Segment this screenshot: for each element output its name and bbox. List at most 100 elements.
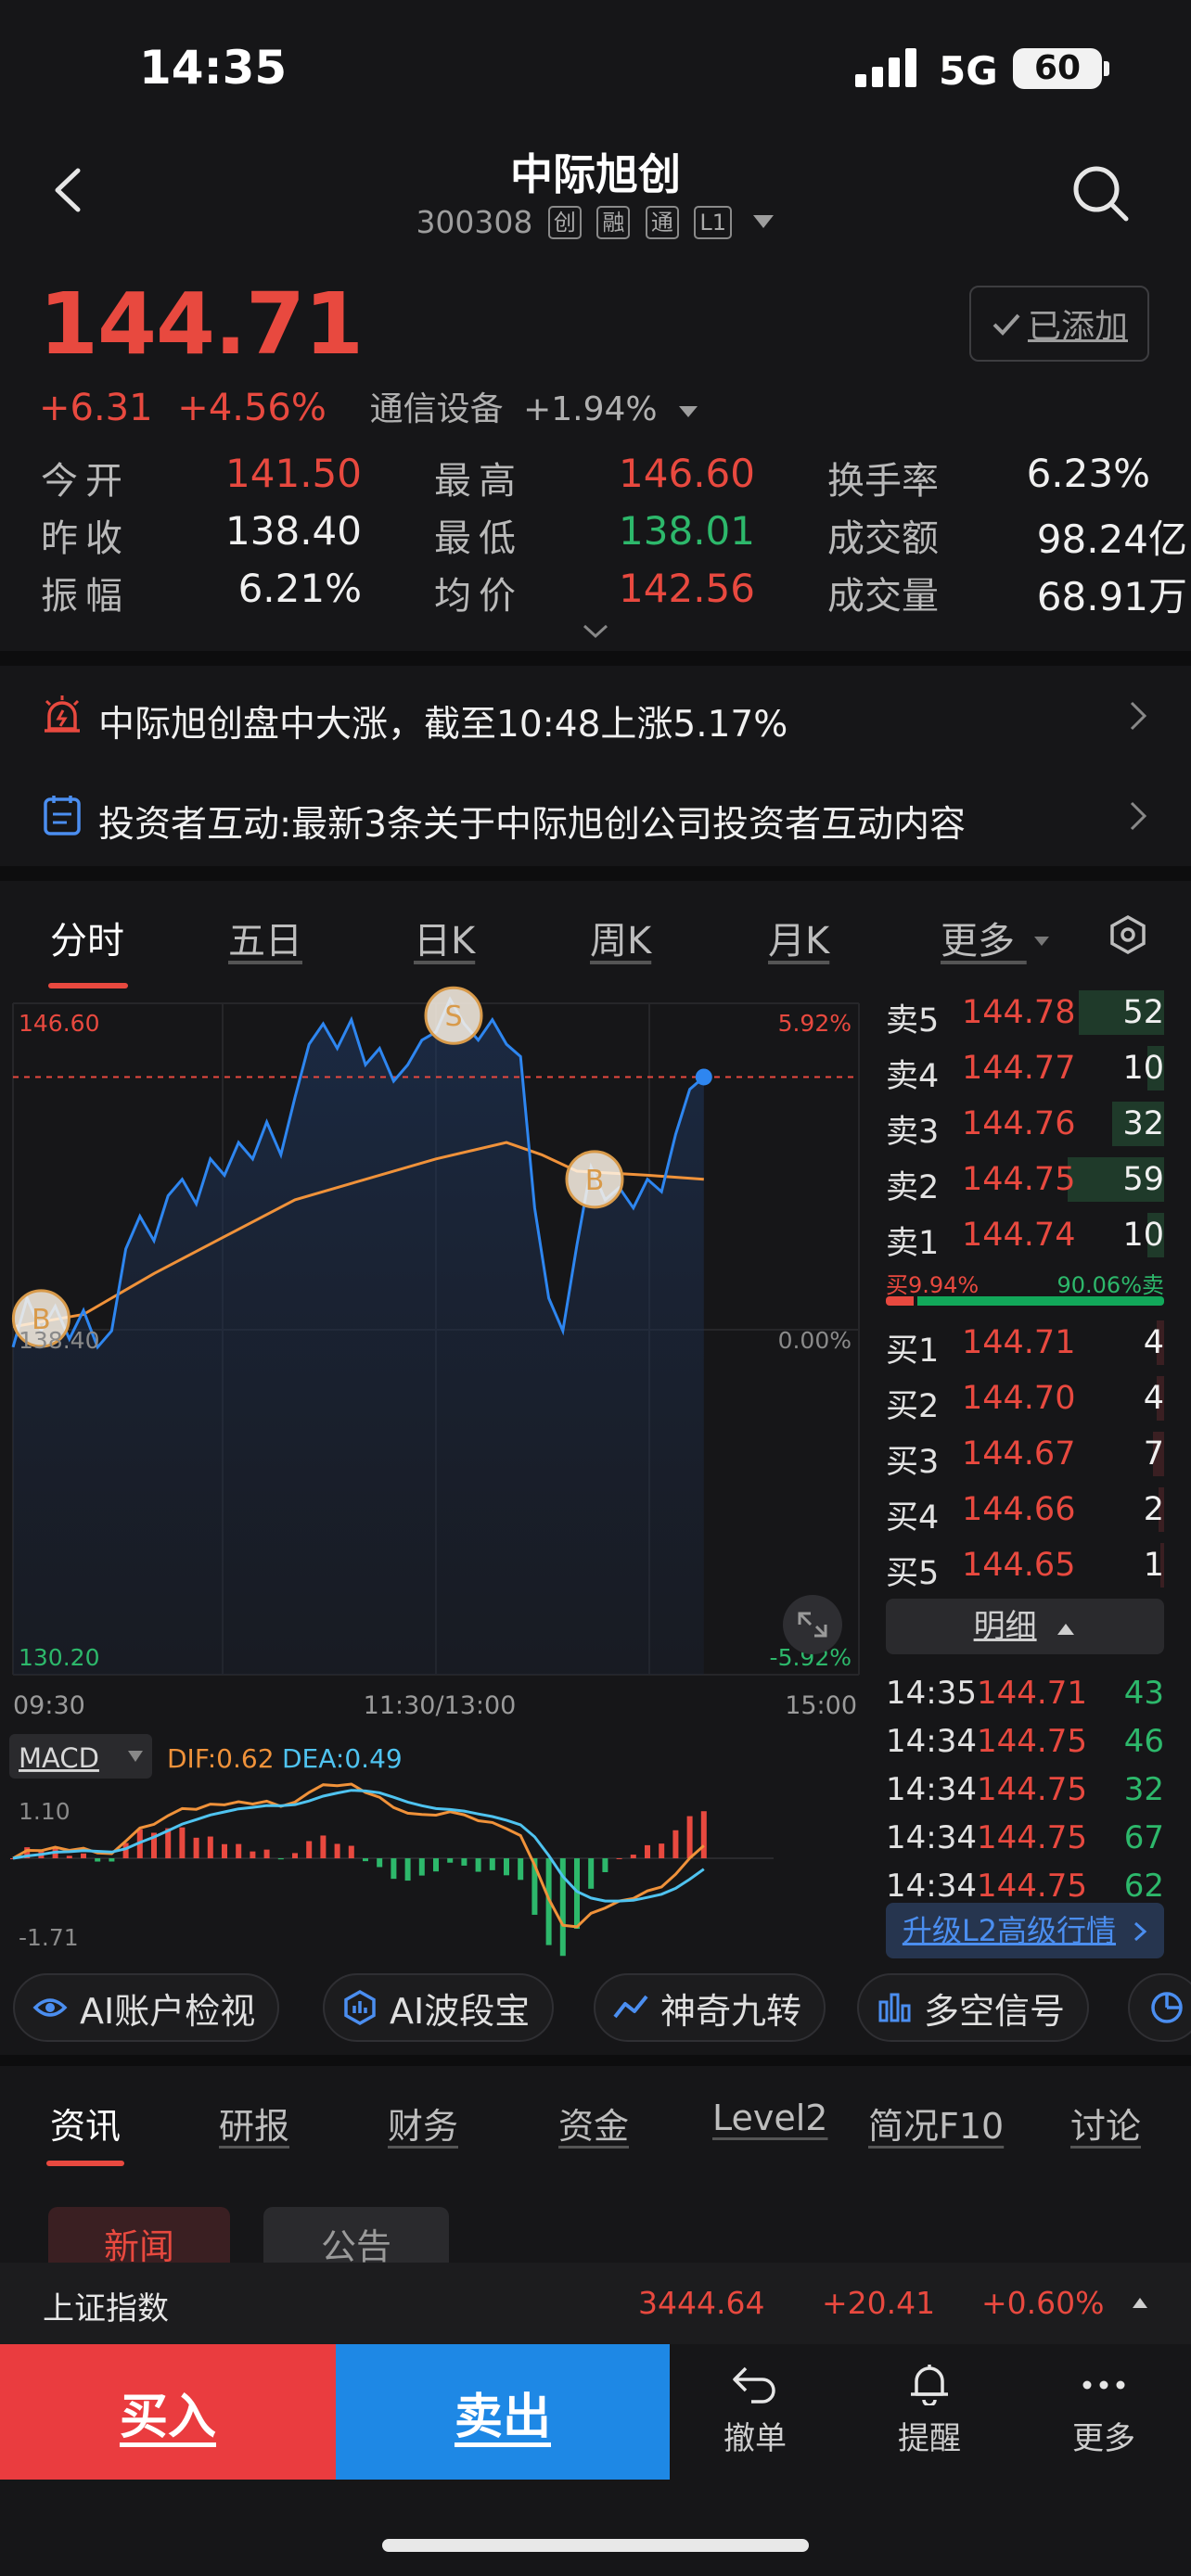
tab-weekly-k[interactable]: 周K xyxy=(590,911,651,964)
tab-intraday[interactable]: 分时 xyxy=(50,911,124,964)
quote-label-high: 最高 xyxy=(434,460,523,503)
y-label-mid-left: 138.40 xyxy=(19,1327,99,1354)
alarm-icon xyxy=(45,695,80,733)
macd-bar xyxy=(518,1858,524,1881)
tick-price: 144.75 xyxy=(977,1868,1087,1899)
sell-button[interactable]: 卖出 xyxy=(336,2344,670,2480)
tab-monthly-k[interactable]: 月K xyxy=(768,911,829,964)
sector-pct: +1.94% xyxy=(523,390,658,428)
quote-label-avg: 均价 xyxy=(434,575,523,618)
info-tab-f10[interactable]: 简况F10 xyxy=(868,2098,1004,2149)
upgrade-l2-button[interactable]: 升级L2高级行情 xyxy=(886,1903,1164,1958)
info-tab-research[interactable]: 研报 xyxy=(219,2098,289,2149)
bid-row: 买3 144.67 7 xyxy=(886,1426,1164,1482)
macd-selector[interactable]: MACD xyxy=(9,1734,152,1779)
ask-volume: 10 xyxy=(1122,1050,1164,1087)
ask-price: 144.76 xyxy=(962,1105,1076,1142)
macd-bar xyxy=(277,1858,284,1860)
ask-row: 卖2 144.75 59 xyxy=(886,1152,1164,1207)
bid-label: 买2 xyxy=(886,1388,940,1425)
trade-detail-button[interactable]: 明细 xyxy=(886,1599,1164,1654)
news-text: 投资者互动:最新3条关于中际旭创公司投资者互动内容 xyxy=(98,804,966,846)
trend-line-icon xyxy=(613,1995,648,2019)
bid-row: 买2 144.70 4 xyxy=(886,1371,1164,1426)
news-item-alert[interactable]: 中际旭创盘中大涨，截至10:48上涨5.17% xyxy=(0,666,1191,766)
ai-account-review-chip[interactable]: AI账户检视 xyxy=(13,1973,280,2042)
news-item-investor[interactable]: 投资者互动:最新3条关于中际旭创公司投资者互动内容 xyxy=(0,766,1191,866)
tick-row: 14:34 144.75 67 xyxy=(886,1814,1164,1862)
chevron-down-icon[interactable] xyxy=(582,623,609,640)
settings-hexagon-icon[interactable] xyxy=(1108,914,1148,955)
tick-row: 14:34 144.75 62 xyxy=(886,1862,1164,1899)
tag-tong: 通 xyxy=(645,206,679,239)
stock-code-row[interactable]: 300308 创 融 通 L1 xyxy=(0,204,1191,240)
bid-label: 买3 xyxy=(886,1444,940,1481)
tick-price: 144.71 xyxy=(977,1675,1087,1712)
more-actions-button[interactable]: 更多 xyxy=(1048,2363,1159,2458)
macd-bar xyxy=(320,1835,327,1858)
info-tab-discussion[interactable]: 讨论 xyxy=(1070,2098,1141,2149)
pie-chart-icon xyxy=(1151,1992,1183,2023)
tick-time: 14:34 xyxy=(886,1771,977,1808)
macd-bar xyxy=(263,1849,270,1858)
bid-label: 买1 xyxy=(886,1333,940,1370)
macd-bar xyxy=(122,1843,129,1858)
chevron-right-icon xyxy=(1134,1921,1147,1942)
macd-bar xyxy=(81,1853,86,1858)
index-ticker-bar[interactable]: 上证指数 3444.64 +20.41 +0.60% xyxy=(0,2263,1191,2344)
tab-five-day[interactable]: 五日 xyxy=(228,911,302,964)
fullscreen-button[interactable] xyxy=(783,1595,842,1654)
bid-row: 买1 144.71 4 xyxy=(886,1315,1164,1371)
macd-bar xyxy=(489,1858,495,1870)
quote-value-prev-close: 138.40 xyxy=(225,508,362,554)
magic-nine-chip[interactable]: 神奇九转 xyxy=(594,1973,826,2042)
watchlist-added-button[interactable]: 已添加 xyxy=(969,286,1149,362)
status-time: 14:35 xyxy=(139,41,288,95)
ask-row: 卖5 144.78 52 xyxy=(886,985,1164,1040)
bid-volume: 4 xyxy=(1143,1324,1164,1361)
info-tab-news[interactable]: 资讯 xyxy=(50,2098,121,2149)
macd-bar xyxy=(475,1858,481,1872)
tab-more[interactable]: 更多 xyxy=(941,911,1051,964)
chevron-right-icon xyxy=(1130,701,1147,731)
index-value: 3444.64 xyxy=(638,2285,765,2321)
sector-link[interactable]: 通信设备 +1.94% xyxy=(370,390,699,428)
tab-daily-k[interactable]: 日K xyxy=(414,911,475,964)
macd-bar xyxy=(700,1811,707,1858)
x-label-close: 15:00 xyxy=(785,1691,857,1720)
caret-up-icon xyxy=(1057,1624,1075,1635)
index-name: 上证指数 xyxy=(43,2290,169,2327)
macd-bar xyxy=(363,1858,368,1862)
status-bar: 14:35 5G 60 xyxy=(0,0,1191,139)
macd-bar xyxy=(686,1816,693,1858)
y-label-top-left: 146.60 xyxy=(19,1010,99,1037)
cancel-order-button[interactable]: 撤单 xyxy=(699,2363,811,2458)
tick-row: 14:35 144.71 43 xyxy=(886,1669,1164,1717)
macd-bar xyxy=(334,1843,340,1858)
quote-label-turnover: 换手率 xyxy=(827,460,939,503)
ai-band-chip[interactable]: AI波段宝 xyxy=(323,1973,555,2042)
bid-price: 144.65 xyxy=(962,1547,1076,1584)
info-tab-capital[interactable]: 资金 xyxy=(558,2098,629,2149)
macd-bar xyxy=(433,1858,439,1872)
more-tools-chip[interactable] xyxy=(1128,1973,1191,2042)
cancel-order-label: 撤单 xyxy=(724,2420,787,2457)
tag-chuang: 创 xyxy=(547,206,582,239)
caret-down-icon xyxy=(679,406,698,417)
tick-row: 14:34 144.75 32 xyxy=(886,1766,1164,1814)
search-icon[interactable] xyxy=(1067,159,1133,226)
alert-button[interactable]: 提醒 xyxy=(874,2363,985,2458)
intraday-chart[interactable]: BSB 146.60 138.40 130.20 5.92% 0.00% -5.… xyxy=(0,983,872,1975)
bid-price: 144.70 xyxy=(962,1380,1076,1417)
macd-bar xyxy=(193,1837,199,1858)
long-short-signal-chip[interactable]: 多空信号 xyxy=(857,1973,1090,2042)
index-pct: +0.60% xyxy=(981,2285,1105,2321)
macd-bar xyxy=(377,1858,383,1868)
buy-button[interactable]: 买入 xyxy=(0,2344,336,2480)
quote-grid[interactable]: 今开 141.50 最高 146.60 换手率 6.23% 昨收 138.40 … xyxy=(41,451,1187,627)
tag-rong: 融 xyxy=(596,206,631,239)
info-tab-finance[interactable]: 财务 xyxy=(388,2098,458,2149)
info-tab-level2[interactable]: Level2 xyxy=(712,2098,827,2138)
tick-volume: 32 xyxy=(1123,1771,1164,1808)
ask-price: 144.77 xyxy=(962,1050,1076,1087)
